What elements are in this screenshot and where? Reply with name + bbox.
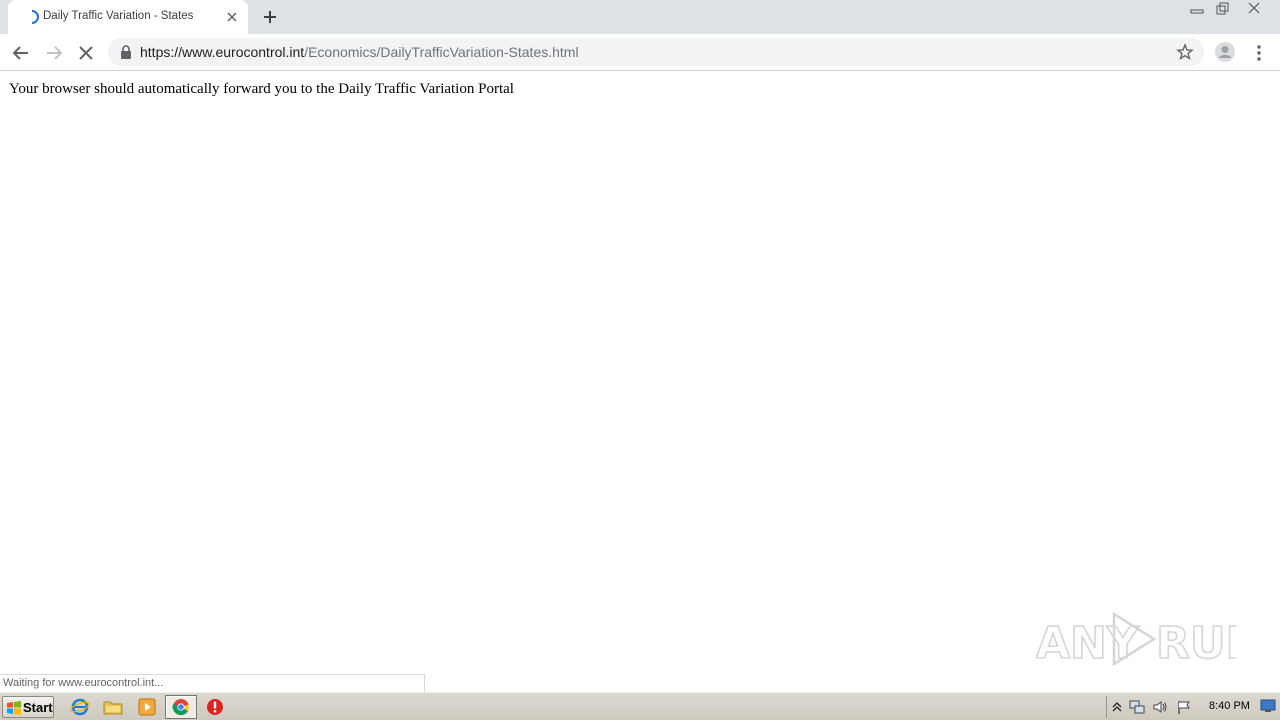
restore-button[interactable] bbox=[1208, 0, 1236, 18]
action-center-flag-icon[interactable] bbox=[1176, 699, 1192, 715]
start-button[interactable]: Start bbox=[2, 696, 54, 718]
url-text[interactable]: https://www.eurocontrol.int/Economics/Da… bbox=[140, 44, 579, 60]
network-icon[interactable] bbox=[1129, 699, 1145, 715]
anyrun-watermark-logo: ANY RUN bbox=[1036, 611, 1236, 670]
tab-close-icon[interactable] bbox=[224, 9, 240, 25]
tray-divider bbox=[1106, 696, 1107, 718]
svg-text:ANY: ANY bbox=[1036, 618, 1140, 669]
back-arrow-icon[interactable] bbox=[10, 42, 32, 64]
browser-menu-icon[interactable] bbox=[1250, 42, 1268, 64]
status-text: Waiting for www.eurocontrol.int... bbox=[3, 677, 164, 689]
taskbar: Start 8:40 PM bbox=[0, 692, 1280, 720]
browser-toolbar: https://www.eurocontrol.int/Economics/Da… bbox=[0, 34, 1280, 71]
internet-explorer-icon[interactable] bbox=[69, 697, 91, 717]
browser-tab[interactable]: Daily Traffic Variation - States bbox=[8, 0, 248, 34]
start-label: Start bbox=[23, 700, 53, 715]
profile-avatar-icon[interactable] bbox=[1214, 41, 1236, 63]
tab-title: Daily Traffic Variation - States bbox=[43, 10, 194, 22]
redirect-message: Your browser should automatically forwar… bbox=[9, 81, 514, 97]
windows-logo-icon bbox=[7, 701, 21, 715]
close-window-button[interactable] bbox=[1240, 0, 1268, 18]
page-content: Your browser should automatically forwar… bbox=[0, 72, 1280, 692]
chrome-icon bbox=[172, 699, 190, 716]
show-hidden-icons-icon[interactable] bbox=[1109, 699, 1125, 715]
minimize-button[interactable] bbox=[1183, 0, 1211, 18]
url-path: /Economics/DailyTrafficVariation-States.… bbox=[304, 44, 579, 60]
svg-text:RUN: RUN bbox=[1156, 618, 1236, 669]
file-explorer-icon[interactable] bbox=[102, 697, 124, 717]
volume-icon[interactable] bbox=[1152, 699, 1168, 715]
new-tab-icon[interactable] bbox=[260, 7, 280, 27]
lock-icon bbox=[121, 45, 131, 59]
loading-spinner-icon bbox=[31, 10, 39, 24]
tab-strip: Daily Traffic Variation - States bbox=[0, 0, 1280, 34]
chrome-taskbar-button[interactable] bbox=[165, 695, 197, 719]
address-bar[interactable]: https://www.eurocontrol.int/Economics/Da… bbox=[108, 38, 1204, 66]
stop-sign-icon[interactable] bbox=[204, 697, 226, 717]
show-desktop-icon[interactable] bbox=[1260, 699, 1276, 713]
media-player-icon[interactable] bbox=[136, 697, 158, 717]
stop-loading-icon[interactable] bbox=[75, 42, 97, 64]
system-clock[interactable]: 8:40 PM bbox=[1209, 700, 1250, 712]
forward-arrow-icon[interactable] bbox=[43, 42, 65, 64]
status-bar: Waiting for www.eurocontrol.int... bbox=[0, 674, 425, 692]
url-domain: https://www.eurocontrol.int bbox=[140, 44, 305, 60]
bookmark-star-icon[interactable] bbox=[1176, 43, 1194, 61]
